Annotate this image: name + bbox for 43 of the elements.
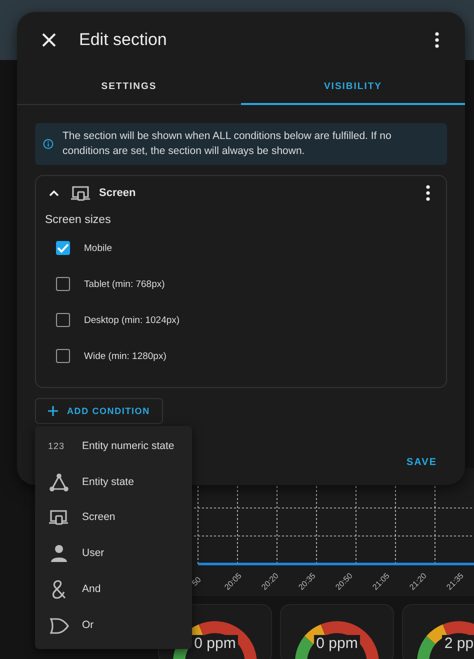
checkbox[interactable] [56, 277, 70, 291]
checkbox-label: Tablet (min: 768px) [84, 278, 165, 290]
gauge-value: 0 ppm [192, 635, 238, 652]
menu-label: Or [82, 618, 94, 631]
menu-label: User [82, 547, 104, 560]
checkbox-label: Mobile [84, 242, 112, 254]
add-condition-button[interactable]: ADD CONDITION [35, 398, 163, 424]
axis-label: 50 [190, 574, 203, 588]
chevron-icon [49, 190, 59, 196]
checkbox[interactable] [56, 241, 70, 255]
menu-label: Screen [82, 511, 116, 524]
save-button[interactable]: SAVE [406, 454, 437, 470]
more-icon [426, 185, 430, 201]
numeric-icon: 123 [48, 440, 70, 451]
menu-label: And [82, 583, 101, 596]
monitor-icon [48, 507, 70, 528]
more-icon [435, 32, 439, 48]
menu-item[interactable]: And [35, 571, 192, 607]
checkbox[interactable] [56, 313, 70, 327]
menu-item[interactable]: Or [35, 606, 192, 643]
close-icon [42, 33, 56, 47]
plus-icon [48, 406, 58, 416]
menu-label: Entity state [82, 476, 134, 488]
gauge-value: 2 pp [442, 635, 474, 652]
person-icon [48, 543, 70, 564]
condition-title: Screen [99, 187, 137, 199]
menu-item[interactable]: Screen [35, 500, 192, 536]
menu-item[interactable]: 123 Entity numeric state [35, 428, 192, 464]
checkbox[interactable] [56, 349, 70, 363]
menu-item[interactable]: User [35, 535, 192, 572]
menu-item[interactable]: Entity state [35, 464, 192, 500]
checkbox-label: Wide (min: 1280px) [84, 350, 166, 362]
checkbox-label: Desktop (min: 1024px) [84, 314, 180, 326]
info-text: The section will be shown when ALL conditions below are fulfilled. If no conditions are set, the section will always be shown. [62, 129, 392, 159]
group-label: Screen sizes [45, 214, 112, 226]
dialog-title: Edit section [79, 30, 168, 50]
info-icon [43, 136, 54, 152]
gauge-value: 0 ppm [314, 635, 360, 652]
monitor-icon [70, 183, 91, 203]
tab[interactable]: SETTINGS [17, 70, 241, 105]
tab[interactable]: VISIBILITY [241, 70, 465, 105]
nodes-icon [48, 472, 70, 492]
menu-label: Entity numeric state [82, 440, 174, 452]
